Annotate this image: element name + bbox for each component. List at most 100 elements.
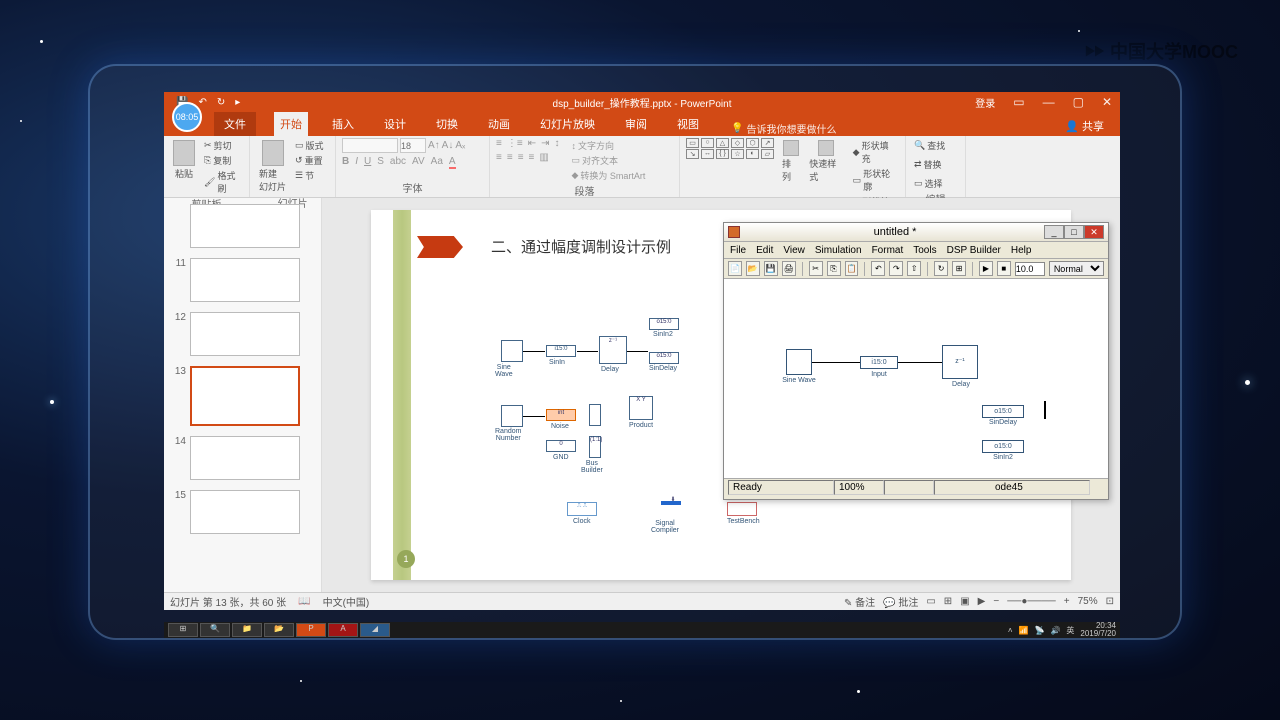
- underline-button[interactable]: U: [364, 156, 371, 169]
- stop-time-input[interactable]: [1015, 262, 1045, 276]
- tab-insert[interactable]: 插入: [326, 112, 360, 136]
- menu-dspbuilder[interactable]: DSP Builder: [947, 245, 1001, 256]
- reset-button[interactable]: ↺ 重置: [293, 153, 326, 168]
- taskbar-search[interactable]: 🔍: [200, 623, 230, 637]
- sim-titlebar[interactable]: untitled * _ □ ✕: [724, 223, 1108, 242]
- view-slideshow-icon[interactable]: ▶: [978, 596, 986, 607]
- numbering-icon[interactable]: ⋮≡: [507, 138, 523, 149]
- find-button[interactable]: 🔍 查找: [912, 138, 947, 153]
- font-size[interactable]: [400, 138, 426, 153]
- menu-help[interactable]: Help: [1011, 245, 1032, 256]
- menu-simulation[interactable]: Simulation: [815, 245, 862, 256]
- play-icon[interactable]: ▶: [979, 261, 993, 276]
- indent-dec-icon[interactable]: ⇤: [528, 138, 536, 149]
- refresh-icon[interactable]: ↻: [934, 261, 948, 276]
- redo-icon[interactable]: ↷: [889, 261, 903, 276]
- shape-fill-button[interactable]: ◆ 形状填充: [851, 138, 899, 166]
- tab-transition[interactable]: 切换: [430, 112, 464, 136]
- menu-format[interactable]: Format: [872, 245, 904, 256]
- undo-icon[interactable]: ↶: [198, 97, 206, 108]
- taskbar-matlab[interactable]: ◢: [360, 623, 390, 637]
- cut-icon[interactable]: ✂: [809, 261, 823, 276]
- print-icon[interactable]: 🖨: [782, 261, 796, 276]
- thumb[interactable]: [190, 312, 300, 356]
- thumb[interactable]: [190, 436, 300, 480]
- shadow-button[interactable]: abc: [390, 156, 406, 169]
- case-button[interactable]: Aa: [431, 156, 443, 169]
- replace-button[interactable]: ⇄ 替换: [912, 157, 944, 172]
- align-left-icon[interactable]: ≡: [496, 152, 502, 163]
- align-right-icon[interactable]: ≡: [518, 152, 524, 163]
- mode-select[interactable]: Normal: [1049, 261, 1104, 276]
- tab-design[interactable]: 设计: [378, 112, 412, 136]
- copy-icon[interactable]: ⎘: [827, 261, 841, 276]
- text-dir-button[interactable]: ↕ 文字方向: [569, 138, 647, 153]
- spellcheck-icon[interactable]: 📖: [298, 596, 310, 607]
- up-icon[interactable]: ⇧: [907, 261, 921, 276]
- bullets-icon[interactable]: ≡: [496, 138, 502, 149]
- sim-canvas[interactable]: Sine Wave i15:0 Input z⁻¹ Delay o15:0 Si…: [724, 279, 1108, 479]
- thumb-selected[interactable]: [190, 366, 300, 426]
- select-button[interactable]: ▭ 选择: [912, 176, 945, 191]
- align-center-icon[interactable]: ≡: [507, 152, 513, 163]
- taskbar-powerpoint[interactable]: P: [296, 623, 326, 637]
- italic-button[interactable]: I: [355, 156, 358, 169]
- strike-button[interactable]: S: [377, 156, 384, 169]
- linespace-icon[interactable]: ↕: [554, 138, 559, 149]
- shrink-font-icon[interactable]: A↓: [442, 140, 454, 151]
- taskbar-acrobat[interactable]: A: [328, 623, 358, 637]
- view-normal-icon[interactable]: ▭: [926, 596, 935, 607]
- painter-button[interactable]: 🖌 格式刷: [202, 168, 243, 196]
- new-slide-button[interactable]: 新建 幻灯片: [256, 138, 289, 195]
- close-icon[interactable]: ✕: [1084, 225, 1104, 239]
- start-button[interactable]: ⊞: [168, 623, 198, 637]
- zoom-out-icon[interactable]: −: [993, 596, 999, 607]
- comments-button[interactable]: 💬 批注: [883, 594, 918, 609]
- view-reading-icon[interactable]: ▣: [960, 596, 969, 607]
- menu-tools[interactable]: Tools: [913, 245, 936, 256]
- save-icon[interactable]: 💾: [764, 261, 778, 276]
- menu-file[interactable]: File: [730, 245, 746, 256]
- menu-edit[interactable]: Edit: [756, 245, 773, 256]
- maximize-icon[interactable]: □: [1064, 225, 1084, 239]
- tray-ime[interactable]: 英: [1066, 625, 1074, 636]
- smartart-button[interactable]: ◆ 转换为 SmartArt: [569, 168, 647, 183]
- font-color-button[interactable]: A: [449, 156, 456, 169]
- build-icon[interactable]: ⊞: [952, 261, 966, 276]
- shapes-gallery[interactable]: ▭○△◇⬡↗ ↘↔{ }☆◐▱: [686, 138, 775, 159]
- font-family[interactable]: [342, 138, 398, 153]
- layout-button[interactable]: ▭ 版式: [293, 138, 326, 153]
- shape-outline-button[interactable]: ▭ 形状轮廓: [851, 166, 899, 194]
- share-button[interactable]: 👤共享: [1059, 116, 1110, 136]
- copy-button[interactable]: ⎘ 复制: [202, 153, 243, 168]
- tab-review[interactable]: 审阅: [619, 112, 653, 136]
- arrange-button[interactable]: 排列: [779, 138, 802, 185]
- notes-button[interactable]: ✎ 备注: [844, 594, 875, 609]
- tab-view[interactable]: 视图: [671, 112, 705, 136]
- clear-format-icon[interactable]: Aₓ: [455, 140, 465, 151]
- tray-date[interactable]: 2019/7/20: [1080, 629, 1116, 638]
- indent-inc-icon[interactable]: ⇥: [541, 138, 549, 149]
- paste-icon[interactable]: 📋: [845, 261, 859, 276]
- taskbar-folder[interactable]: 📂: [264, 623, 294, 637]
- open-icon[interactable]: 📂: [746, 261, 760, 276]
- login-link[interactable]: 登录: [975, 95, 995, 110]
- section-button[interactable]: ☰ 节: [293, 168, 326, 183]
- undo-icon[interactable]: ↶: [871, 261, 885, 276]
- tell-me[interactable]: 💡告诉我你想要做什么: [731, 121, 836, 136]
- cut-button[interactable]: ✂ 剪切: [202, 138, 243, 153]
- grow-font-icon[interactable]: A↑: [428, 140, 440, 151]
- thumb[interactable]: [190, 258, 300, 302]
- zoom-in-icon[interactable]: +: [1064, 596, 1070, 607]
- taskbar-explorer[interactable]: 📁: [232, 623, 262, 637]
- tray-up-icon[interactable]: ˄: [1008, 626, 1013, 635]
- align-text-button[interactable]: ▭ 对齐文本: [569, 153, 647, 168]
- fit-icon[interactable]: ⊡: [1106, 596, 1114, 607]
- view-sorter-icon[interactable]: ⊞: [944, 596, 952, 607]
- ribbon-options-icon[interactable]: ▭: [1013, 95, 1024, 109]
- paste-button[interactable]: 粘贴: [170, 138, 198, 182]
- tray-network-icon[interactable]: 📶: [1019, 626, 1029, 635]
- slide-thumbnails[interactable]: 11 12 13 14 15: [164, 198, 322, 592]
- spacing-button[interactable]: AV: [412, 156, 425, 169]
- tab-file[interactable]: 文件: [214, 112, 256, 136]
